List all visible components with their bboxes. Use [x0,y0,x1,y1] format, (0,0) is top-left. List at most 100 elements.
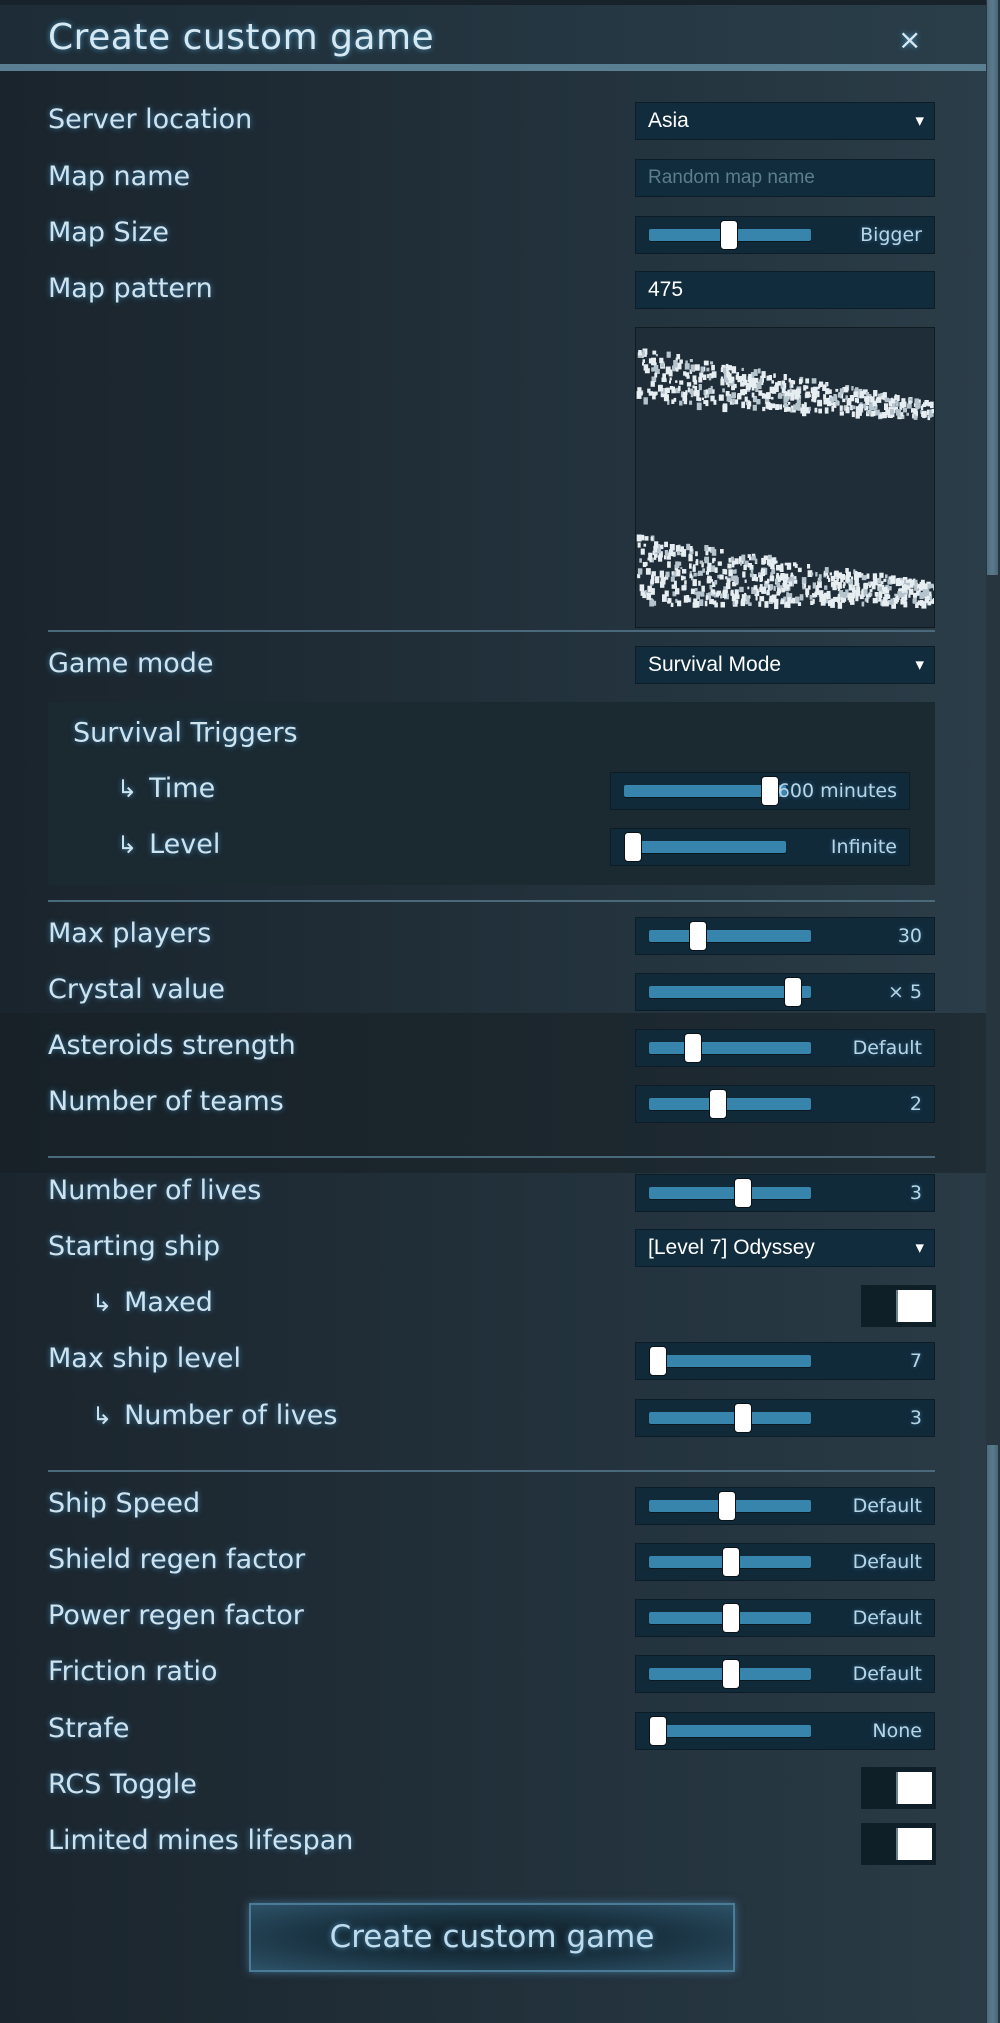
asteroid-dot [773,373,776,378]
number-of-teams-slider[interactable]: 2 [635,1085,935,1123]
asteroid-dot [761,586,766,594]
asteroid-dot [664,550,669,557]
asteroid-dot [675,357,678,361]
asteroid-dot [667,561,671,568]
scrollbar-thumb[interactable] [987,1445,998,2023]
number-of-lives-slider[interactable]: 3 [635,1174,935,1212]
slider-track[interactable] [649,930,811,942]
slider-track[interactable] [649,1412,811,1424]
asteroid-dot [797,567,802,573]
asteroid-dot [689,571,692,575]
asteroid-dot [852,591,856,596]
rcs-toggle[interactable] [861,1767,936,1809]
dropdown-caret-icon: ▼ [915,114,924,128]
max-ship-level-slider[interactable]: 7 [635,1342,935,1380]
close-icon[interactable]: × [898,23,921,56]
asteroid-dot [669,380,671,384]
asteroid-dot [712,557,716,562]
asteroid-dot [869,409,872,414]
power-regen-slider[interactable]: Default [635,1599,935,1637]
slider-thumb[interactable] [649,1716,667,1746]
asteroid-dot [814,407,818,413]
shield-regen-slider[interactable]: Default [635,1543,935,1581]
asteroid-dot [684,580,687,585]
asteroid-dot [659,544,664,550]
asteroid-dot [852,405,856,410]
power-regen-value: Default [852,1607,922,1629]
asteroid-dot [700,591,705,597]
strafe-slider[interactable]: None [635,1712,935,1750]
limited-mines-toggle[interactable] [861,1823,936,1865]
asteroids-strength-label: Asteroids strength [48,1030,296,1061]
asteroid-dot [885,574,888,579]
asteroid-dot [927,601,932,606]
slider-thumb[interactable] [722,1547,741,1577]
asteroid-dot [647,388,651,393]
survival-time-slider[interactable]: 600 minutes [610,772,910,810]
asteroid-dot [732,569,737,574]
toggle-knob[interactable] [896,1828,932,1860]
slider-thumb[interactable] [722,1603,741,1633]
slider-track[interactable] [624,841,786,853]
asteroid-dot [706,394,710,398]
asteroid-dot [708,387,713,394]
asteroid-dot [855,596,859,602]
asteroid-dot [863,582,869,589]
asteroid-dot [896,395,900,401]
game-mode-select[interactable]: Survival Mode ▼ [635,646,935,684]
asteroid-dot [688,554,693,562]
maxed-toggle[interactable] [861,1285,936,1327]
toggle-knob[interactable] [896,1772,932,1804]
slider-track[interactable] [649,1187,811,1199]
slider-thumb[interactable] [649,1346,667,1376]
slider-thumb[interactable] [718,1491,737,1521]
map-pattern-value[interactable]: 475 [648,278,683,302]
slider-track[interactable] [649,1725,811,1737]
scrollbar-thumb[interactable] [987,0,998,575]
starting-ship-select[interactable]: [Level 7] Odyssey ▼ [635,1229,935,1267]
ship-speed-slider[interactable]: Default [635,1487,935,1525]
max-ship-lives-slider[interactable]: 3 [635,1399,935,1437]
slider-thumb[interactable] [733,1403,752,1433]
asteroid-dot [877,577,882,584]
survival-level-slider[interactable]: Infinite [610,828,910,866]
asteroid-dot [728,569,733,577]
slider-track[interactable] [649,1042,811,1054]
asteroid-dot [657,548,662,554]
create-custom-game-button[interactable]: Create custom game [249,1903,735,1972]
friction-ratio-value: Default [852,1663,922,1685]
crystal-value-slider[interactable]: × 5 [635,973,935,1011]
asteroid-dot [749,573,754,578]
map-size-slider[interactable]: Bigger [635,216,935,254]
friction-ratio-slider[interactable]: Default [635,1655,935,1693]
slider-thumb[interactable] [709,1089,728,1119]
slider-thumb[interactable] [722,1659,741,1689]
slider-thumb[interactable] [760,776,779,806]
asteroid-dot [699,560,703,564]
asteroid-dot [695,559,699,563]
survival-time-value: 600 minutes [777,780,897,802]
slider-thumb[interactable] [719,220,738,250]
slider-thumb[interactable] [689,921,708,951]
asteroid-dot [663,395,669,402]
dialog-title: Create custom game [48,17,435,58]
asteroid-dot [931,409,934,414]
asteroid-dot [811,378,817,384]
slider-thumb[interactable] [784,977,803,1007]
slider-thumb[interactable] [683,1033,702,1063]
asteroid-dot [889,409,894,415]
asteroid-dot [758,601,762,607]
slider-track[interactable] [649,1098,811,1110]
slider-thumb[interactable] [624,832,642,862]
toggle-knob[interactable] [896,1290,932,1322]
max-players-slider[interactable]: 30 [635,917,935,955]
slider-thumb[interactable] [733,1178,752,1208]
map-pattern-field[interactable]: 475 [635,271,935,309]
asteroids-strength-slider[interactable]: Default [635,1029,935,1067]
server-location-select[interactable]: Asia ▼ [635,102,935,140]
map-name-input[interactable] [648,167,918,189]
header-accent-line [0,64,986,71]
slider-track[interactable] [649,1355,811,1367]
map-name-field[interactable] [635,159,935,197]
maxed-label: ↳ Maxed [92,1286,213,1320]
